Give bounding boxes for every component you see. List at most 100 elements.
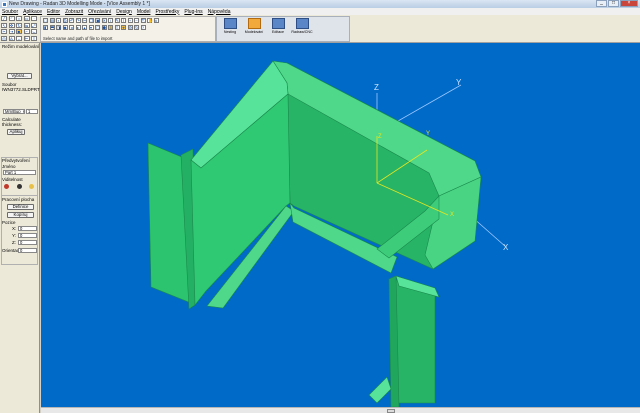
menu-orezavani[interactable]: Ořezávání <box>88 9 111 15</box>
orientation-field[interactable]: 0 <box>18 248 37 253</box>
scale-tool-icon[interactable]: ⤢ <box>31 22 37 28</box>
bottom-tab[interactable] <box>368 376 392 404</box>
mode-toolbar: Nesting Modelování Editace Radraw/CNC <box>216 16 350 42</box>
pre-creation-title: Předvytvoření <box>2 158 30 163</box>
radraw-icon <box>295 18 309 29</box>
menu-napoveda[interactable]: Nápověda <box>208 9 231 15</box>
open-file-icon[interactable]: ▤ <box>49 18 55 23</box>
circle-tool-icon[interactable]: ○ <box>16 16 22 21</box>
model-canvas[interactable]: Z Y X Z Y X <box>41 43 640 407</box>
nesting-mode-button[interactable]: Nesting <box>219 17 241 41</box>
close-button[interactable]: × <box>620 0 638 7</box>
arrow-up-icon[interactable]: ▴ <box>82 25 87 30</box>
print-icon[interactable]: ⎙ <box>62 18 68 23</box>
edit-mode-button[interactable]: Editace <box>267 17 289 41</box>
grid-icon[interactable]: # <box>153 18 159 23</box>
window-title: New Drawing - Radan 3D Modelling Mode - … <box>9 1 150 7</box>
line-tool-icon[interactable]: ╱ <box>1 16 7 21</box>
snap-icon[interactable]: ⌖ <box>121 25 126 30</box>
new-file-icon[interactable]: □ <box>43 18 48 23</box>
x-field[interactable]: 0 <box>18 226 37 231</box>
pen-icon[interactable]: ✎ <box>114 18 120 23</box>
sidebar-header: Režim modelování <box>2 44 40 49</box>
menu-plugins[interactable]: Plug-Ins <box>184 9 202 15</box>
lock-icon[interactable] <box>29 184 34 189</box>
brush-icon[interactable]: ⌇ <box>121 18 126 23</box>
open-file-button[interactable]: Vybrat... <box>7 73 32 79</box>
extend-tool-icon[interactable]: ⇥ <box>8 29 15 34</box>
title-bar: New Drawing - Radan 3D Modelling Mode - … <box>0 0 640 8</box>
y-axis-label-top: Y <box>456 78 462 87</box>
menu-model[interactable]: Model <box>137 9 151 15</box>
menu-aplikace[interactable]: Aplikace <box>23 9 42 15</box>
help-icon[interactable]: ? <box>140 25 146 30</box>
move-tool-icon[interactable]: ✥ <box>8 22 15 28</box>
export-icon[interactable]: ⇧ <box>114 25 120 30</box>
menu-zobrazit[interactable]: Zobrazit <box>65 9 83 15</box>
arc-tool-icon[interactable]: ◜ <box>8 16 15 21</box>
modeling-mode-button[interactable]: Modelování <box>243 17 265 41</box>
shaded-icon[interactable]: ⬢ <box>101 25 107 30</box>
horizontal-scrollbar[interactable] <box>41 407 640 413</box>
minimize-button[interactable]: _ <box>596 0 607 7</box>
view-top-icon[interactable]: ⬒ <box>49 25 55 30</box>
wireframe-icon[interactable]: ⬡ <box>95 25 100 30</box>
cut-icon[interactable]: ✂ <box>82 18 87 23</box>
units-field[interactable]: Mm/Bup_sl <box>3 109 25 114</box>
dimension-tool-icon[interactable]: ↔ <box>16 35 22 41</box>
view-front-icon[interactable]: ◧ <box>43 25 48 30</box>
menu-editor[interactable]: Editor <box>47 9 60 15</box>
arrow-right-icon[interactable]: ▸ <box>75 25 81 30</box>
view-iso-icon[interactable]: ◆ <box>62 25 68 30</box>
gear-icon[interactable]: ⚙ <box>127 25 133 30</box>
info-icon[interactable]: i <box>108 18 113 23</box>
point-tool-icon[interactable]: · <box>31 16 37 21</box>
select-tool-icon[interactable]: ↖ <box>1 22 7 28</box>
copy-button[interactable]: Kopíruj <box>7 212 34 218</box>
zoom-out-icon[interactable]: − <box>134 18 139 23</box>
apply-button[interactable]: Aplikuj <box>7 129 25 135</box>
redo-icon[interactable]: ↷ <box>75 18 81 23</box>
part-tool-icon[interactable]: ■ <box>16 29 22 34</box>
name-field[interactable]: Part 1 <box>3 170 36 175</box>
pan-icon[interactable]: ✋ <box>147 18 153 23</box>
menu-design[interactable]: Design <box>116 9 132 15</box>
z-field[interactable]: 0 <box>18 240 37 245</box>
menu-prostredky[interactable]: Prostředky <box>155 9 179 15</box>
arrow-down-icon[interactable]: ▾ <box>88 25 94 30</box>
color-palette-icon[interactable] <box>4 184 9 189</box>
zoom-in-icon[interactable]: + <box>127 18 133 23</box>
hole-tool-icon[interactable]: ◎ <box>1 35 7 41</box>
paste-icon[interactable]: ▣ <box>95 18 100 23</box>
app-icon <box>2 1 7 7</box>
rotate-tool-icon[interactable]: ↻ <box>16 22 22 28</box>
visibility-icon[interactable] <box>17 184 22 189</box>
z-axis-label: Z <box>374 83 379 92</box>
flange-tool-icon[interactable]: ⌙ <box>31 29 37 34</box>
menu-soubor[interactable]: Soubor <box>2 9 18 15</box>
view-side-icon[interactable]: ◨ <box>56 25 61 30</box>
save-icon[interactable]: ▪ <box>56 18 61 23</box>
measure-tool-icon[interactable]: ⊢ <box>23 35 30 41</box>
text-tool-icon[interactable]: A <box>8 35 15 41</box>
undo-icon[interactable]: ↶ <box>69 18 74 23</box>
zoom-fit-icon[interactable]: ⤧ <box>140 18 146 23</box>
mirror-tool-icon[interactable]: ⇋ <box>23 22 30 28</box>
layer-tool-icon[interactable]: ≡ <box>31 35 37 41</box>
define-button[interactable]: Definice <box>7 204 34 210</box>
y-field[interactable]: 0 <box>18 233 37 238</box>
toolbar: ╱ ◜ ○ ▭ · ↖ ✥ ↻ ⇋ ⤢ ✂ ⇥ ■ ⌐ ⌙ ◎ A ↔ ⊢ ≡ … <box>0 15 640 43</box>
copy-icon[interactable]: ❐ <box>88 18 94 23</box>
fold-tool-icon[interactable]: ⌐ <box>23 29 30 34</box>
radraw-mode-button[interactable]: Radraw/CNC <box>291 17 313 41</box>
delete-icon[interactable]: ✕ <box>101 18 107 23</box>
scrollbar-thumb[interactable] <box>387 409 395 413</box>
refresh-icon[interactable]: ↻ <box>134 25 139 30</box>
rect-tool-icon[interactable]: ▭ <box>23 16 30 21</box>
3d-viewport[interactable]: Z Y X Z Y X <box>41 43 640 407</box>
maximize-button[interactable]: □ <box>608 0 619 7</box>
import-icon[interactable]: ⇩ <box>108 25 113 30</box>
units-number-field[interactable]: 1 <box>26 109 38 114</box>
arrow-left-icon[interactable]: ◂ <box>69 25 74 30</box>
trim-tool-icon[interactable]: ✂ <box>1 29 7 34</box>
